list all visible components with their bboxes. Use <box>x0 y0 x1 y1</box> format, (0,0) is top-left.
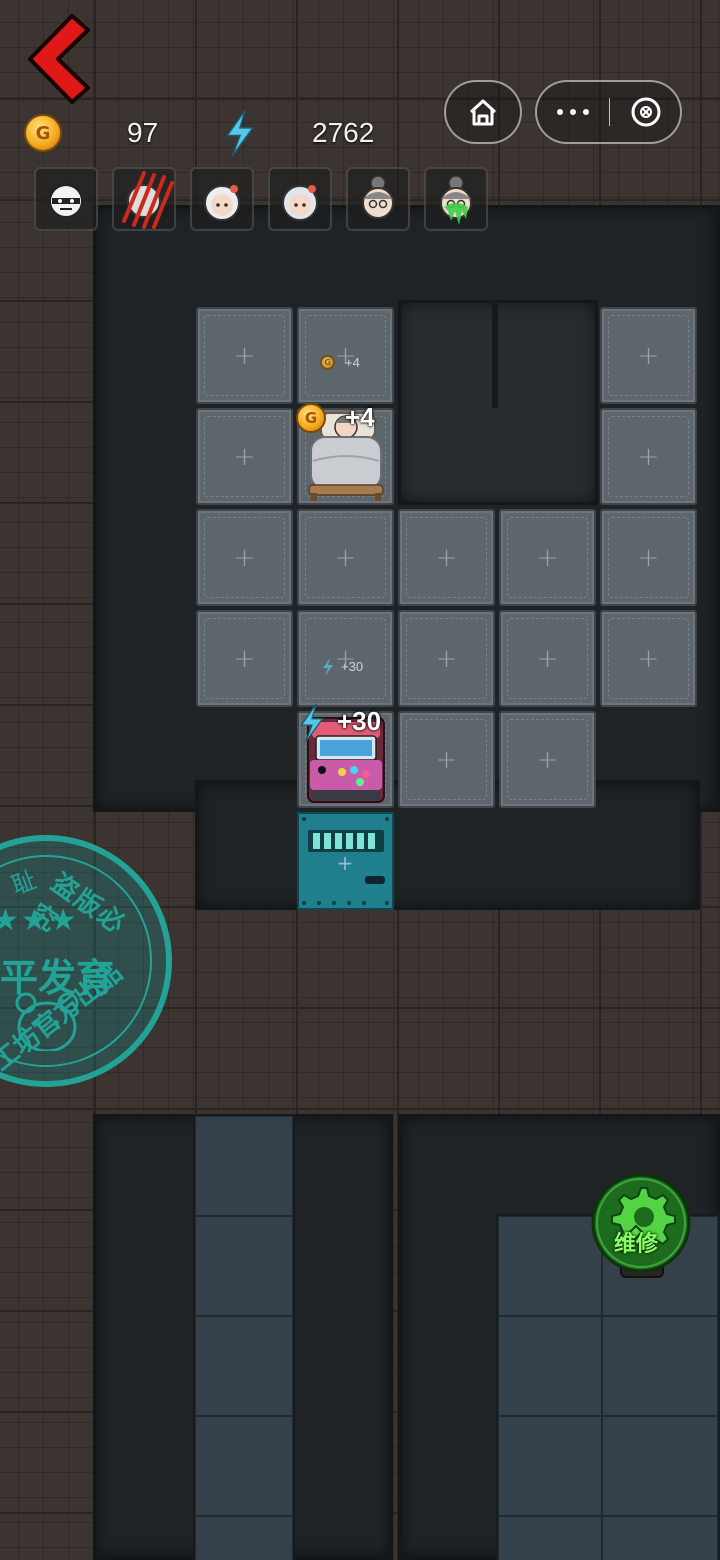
girl-face-icon <box>204 185 240 221</box>
repair-label: 维修 <box>614 1232 659 1257</box>
build-plus-icon: + <box>233 441 256 472</box>
more-dots-icon <box>557 109 589 115</box>
claw-marks-icon <box>122 171 174 229</box>
build-plus-icon: + <box>233 643 256 674</box>
coin-icon: G <box>24 114 62 152</box>
floor-tile[interactable]: + <box>600 509 697 606</box>
floor-tile[interactable]: + <box>499 610 596 707</box>
lower-left-corridor <box>193 1114 295 1560</box>
arcade-gain: +30 <box>337 706 382 736</box>
hunter-face-icon <box>49 183 83 218</box>
build-plus-icon: + <box>536 542 559 573</box>
granny-slimed-icon <box>440 175 472 225</box>
bed-gain: +4 <box>345 402 375 432</box>
back-arrow-icon[interactable] <box>24 12 94 106</box>
floor-tile[interactable]: + <box>499 509 596 606</box>
door[interactable]: + <box>297 812 394 910</box>
energy-count: 2762 <box>312 117 375 148</box>
floor-tile[interactable]: + <box>600 307 697 404</box>
energy-icon <box>225 110 255 156</box>
portrait-white-hair-girl-2[interactable] <box>268 167 332 231</box>
portrait-granny[interactable] <box>346 167 410 231</box>
notch-wall <box>398 300 598 505</box>
build-plus-icon: + <box>435 744 458 775</box>
build-plus-icon: + <box>334 542 357 573</box>
coin-count: 97 <box>127 117 159 148</box>
watermark-stamp: 耻 盗版必究 ★★★ 平发育 工坊官方出品 <box>0 835 172 1087</box>
floor-tile[interactable]: + <box>196 610 293 707</box>
capsule-menu <box>535 80 682 144</box>
floor-tile[interactable]: + <box>196 509 293 606</box>
arcade-gain-faint: +30 <box>341 659 364 674</box>
portrait-white-hair-girl-1[interactable] <box>190 167 254 231</box>
home-icon <box>469 99 497 126</box>
portrait-hunter[interactable] <box>34 167 98 231</box>
svg-text:+: + <box>337 851 354 875</box>
floor-tile[interactable]: + <box>196 307 293 404</box>
build-plus-icon: + <box>637 441 660 472</box>
coin-icon: G <box>296 403 326 433</box>
build-plus-icon: + <box>233 542 256 573</box>
more-button[interactable] <box>537 82 609 142</box>
door-icon: + <box>302 817 389 905</box>
capsule-divider <box>609 98 610 126</box>
repair-button[interactable]: 维修 <box>590 1172 692 1278</box>
coin-icon: G <box>320 355 335 370</box>
build-plus-icon: + <box>233 340 256 371</box>
floor-tile[interactable]: + <box>600 610 697 707</box>
portrait-claw-marks[interactable] <box>112 167 176 231</box>
notch-divider <box>492 300 498 408</box>
close-button[interactable] <box>611 82 681 142</box>
floor-tile[interactable]: + <box>297 509 394 606</box>
build-plus-icon: + <box>536 744 559 775</box>
girl-face-icon <box>282 185 318 221</box>
build-plus-icon: + <box>536 643 559 674</box>
close-circle-icon <box>631 97 661 127</box>
wrench-gear-icon <box>591 1173 691 1273</box>
game-map: + + + + + + + + + + + + + + + + + + + + … <box>0 0 720 1560</box>
energy-icon <box>323 658 333 676</box>
build-plus-icon: + <box>435 643 458 674</box>
floor-tile[interactable]: + <box>398 509 495 606</box>
home-button[interactable] <box>444 80 522 144</box>
floor-tile[interactable]: + <box>398 711 495 808</box>
floor-tile[interactable]: + <box>600 408 697 505</box>
build-plus-icon: + <box>435 542 458 573</box>
watermark-stars: ★★★ <box>0 903 79 938</box>
floor-tile[interactable]: + <box>196 408 293 505</box>
granny-face-icon <box>362 175 394 219</box>
build-plus-icon: + <box>637 340 660 371</box>
bed-gain-faint: +4 <box>345 355 360 370</box>
floor-tile[interactable]: + <box>499 711 596 808</box>
energy-icon <box>300 704 324 742</box>
build-plus-icon: + <box>637 643 660 674</box>
build-plus-icon: + <box>637 542 660 573</box>
portrait-granny-slimed[interactable] <box>424 167 488 231</box>
floor-tile[interactable]: + <box>398 610 495 707</box>
